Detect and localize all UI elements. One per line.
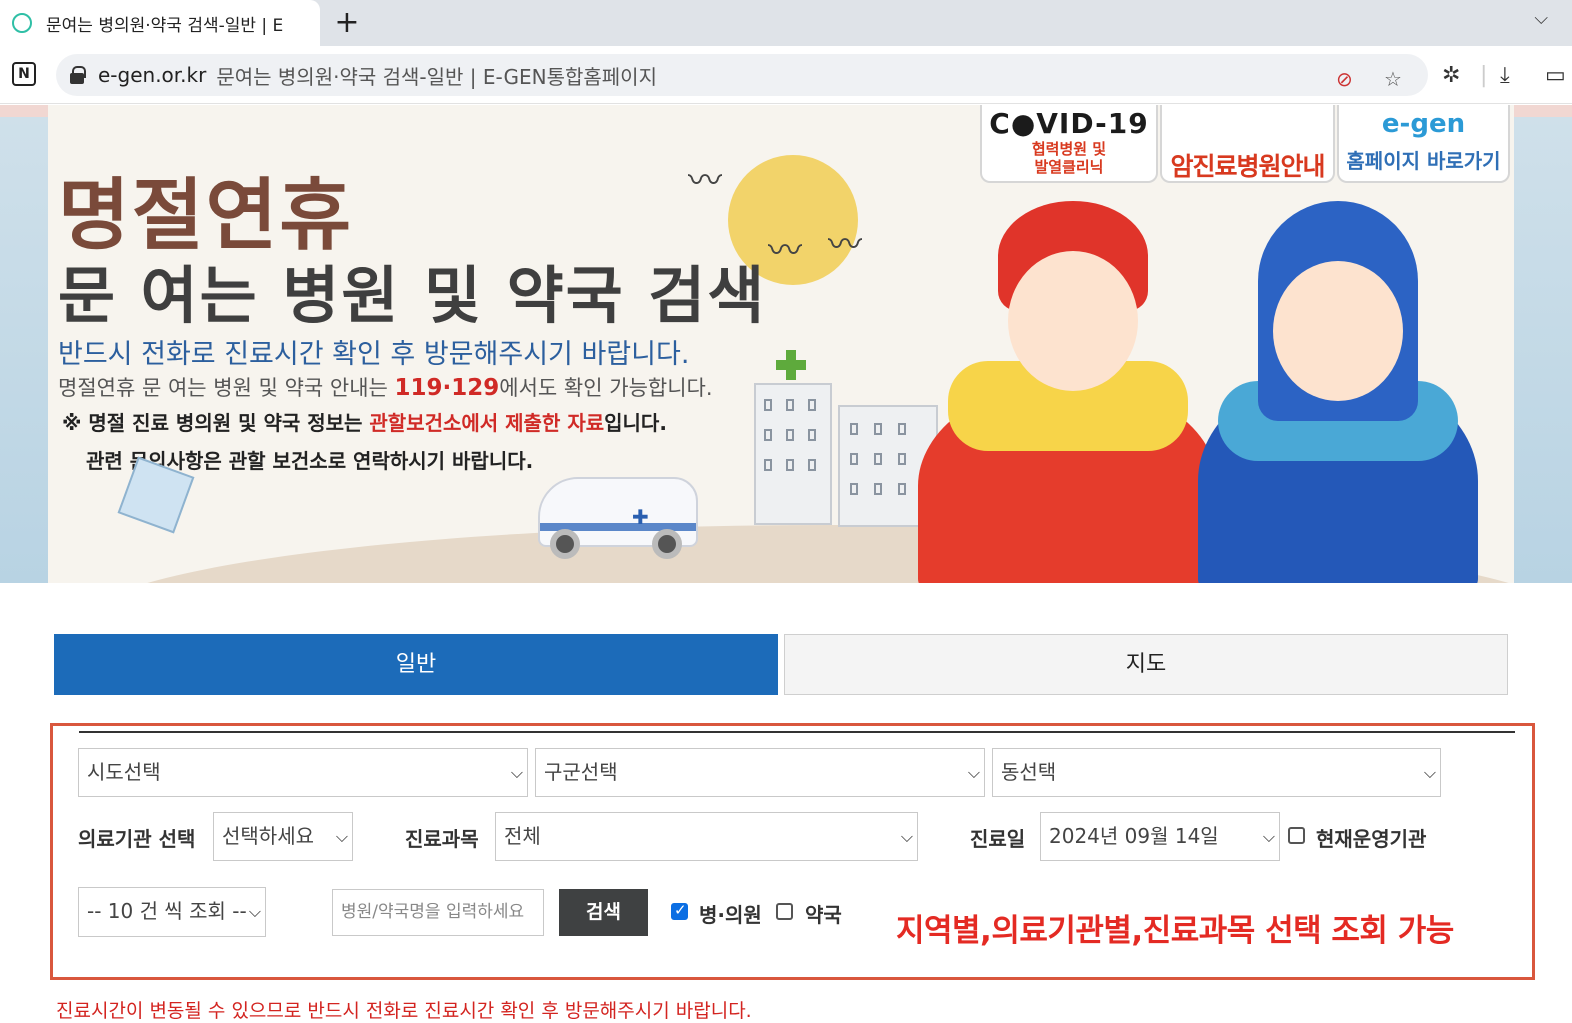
- pharmacy-checkbox-label: 약국: [805, 903, 842, 927]
- date-label: 진료일: [970, 827, 1026, 851]
- hospital-building: [754, 383, 832, 525]
- chevron-down-icon: ⌵: [1262, 827, 1275, 846]
- banner-line-source: ※ 명절 진료 병의원 및 약국 정보는 관할보건소에서 제출한 자료입니다.: [62, 407, 667, 436]
- date-select[interactable]: 2024년 09월 14일 ⌵: [1040, 812, 1280, 861]
- homepage-link[interactable]: e-gen 홈페이지 바로가기: [1337, 105, 1510, 183]
- annotation-note: 지역별,의료기관별,진료과목 선택 조회 가능: [896, 913, 1454, 949]
- crane-decoration-icon: 〰: [688, 161, 722, 201]
- new-tab-button[interactable]: +: [332, 8, 362, 38]
- org-type-select[interactable]: 선택하세요 ⌵: [213, 812, 353, 861]
- cancer-hospital-link[interactable]: 암진료병원안내: [1160, 105, 1335, 183]
- homepage-label: 홈페이지 바로가기: [1346, 149, 1501, 173]
- loading-spinner-icon: [12, 13, 32, 33]
- page-size-select-value: -- 10 건 씩 조회 --: [87, 899, 247, 923]
- chevron-down-icon: ⌵: [1423, 763, 1436, 782]
- url-domain: e-gen.or.kr: [98, 63, 207, 87]
- gugun-select[interactable]: 구군선택 ⌵: [535, 748, 985, 797]
- browser-tab[interactable]: 문여는 병의원·약국 검색-일반 | E: [0, 0, 320, 46]
- notice-text: 진료시간이 변동될 수 있으므로 반드시 전화로 진료시간 확인 후 방문해주시…: [56, 1000, 752, 1022]
- banner-line-call: 반드시 전화로 진료시간 확인 후 방문해주시기 바랍니다.: [58, 339, 690, 370]
- date-select-value: 2024년 09월 14일: [1049, 824, 1219, 848]
- sido-select-value: 시도선택: [87, 760, 161, 784]
- chevron-down-icon: ⌵: [248, 902, 261, 921]
- crane-decoration-icon: 〰: [828, 225, 862, 265]
- lock-icon[interactable]: [70, 66, 86, 84]
- holiday-banner: 〰 〰 〰 명절연휴 문 여는 병원 및 약국 검색 반드시 전화로 진료시간 …: [48, 105, 1514, 583]
- chevron-down-icon: ⌵: [900, 827, 913, 846]
- department-select-value: 전체: [504, 824, 541, 848]
- banner-highlight: 관할보건소에서 제출한 자료: [369, 411, 605, 435]
- operating-now-checkbox[interactable]: [1288, 827, 1305, 844]
- tab-map[interactable]: 지도: [784, 634, 1508, 695]
- download-icon[interactable]: ⤓: [1500, 63, 1510, 88]
- window-icon[interactable]: ▭: [1545, 63, 1566, 88]
- extensions-puzzle-icon[interactable]: ✲: [1442, 63, 1460, 88]
- tab-title: 문여는 병의원·약국 검색-일반 | E: [46, 15, 284, 36]
- hospital-cross-icon: [776, 350, 806, 380]
- gugun-select-value: 구군선택: [544, 760, 618, 784]
- chevron-down-icon: ⌵: [967, 763, 980, 782]
- org-type-label: 의료기관 선택: [78, 827, 196, 851]
- department-label: 진료과목: [405, 827, 479, 851]
- chevron-down-icon: ⌵: [335, 827, 348, 846]
- banner-highlight: 119·129: [394, 375, 500, 401]
- cancer-hospital-label: 암진료병원안내: [1170, 152, 1325, 181]
- boy-hanbok-illustration: [1198, 201, 1478, 583]
- tab-search-chevron-icon[interactable]: ⌵: [1534, 8, 1548, 29]
- dong-select[interactable]: 동선택 ⌵: [992, 748, 1441, 797]
- address-bar[interactable]: e-gen.or.kr 문여는 병의원·약국 검색-일반 | E-GEN통합홈페…: [56, 54, 1428, 96]
- browser-tabstrip: 문여는 병의원·약국 검색-일반 | E + ⌵: [0, 0, 1572, 46]
- ambulance-illustration: ✚: [538, 477, 698, 559]
- facility-name-input[interactable]: 병원/약국명을 입력하세요: [332, 889, 544, 936]
- crane-decoration-icon: 〰: [768, 231, 802, 271]
- bookmark-star-icon[interactable]: ☆: [1384, 67, 1402, 91]
- banner-subtitle: 문 여는 병원 및 약국 검색: [58, 259, 767, 332]
- pharmacy-checkbox[interactable]: [776, 903, 793, 920]
- egen-logo: e-gen: [1381, 109, 1466, 139]
- banner-text: 입니다.: [604, 411, 667, 435]
- hospital-checkbox-label: 병·의원: [699, 903, 762, 927]
- covid-link-sub: 협력병원 및: [1031, 140, 1107, 158]
- covid-link[interactable]: C●VID-19 협력병원 및 발열클리닉: [980, 105, 1158, 183]
- dong-select-value: 동선택: [1001, 760, 1057, 784]
- sido-select[interactable]: 시도선택 ⌵: [78, 748, 528, 797]
- notion-app-icon[interactable]: N: [12, 62, 36, 86]
- hospital-checkbox[interactable]: [671, 901, 688, 920]
- org-type-select-value: 선택하세요: [222, 824, 314, 848]
- search-button[interactable]: 검색: [559, 889, 648, 936]
- covid-link-sub: 발열클리닉: [1034, 158, 1104, 176]
- browser-toolbar: N e-gen.or.kr 문여는 병의원·약국 검색-일반 | E-GEN통합…: [0, 46, 1572, 104]
- url-page-title: 문여는 병의원·약국 검색-일반 | E-GEN통합홈페이지: [216, 64, 657, 89]
- page-size-select[interactable]: -- 10 건 씩 조회 -- ⌵: [78, 887, 266, 937]
- department-select[interactable]: 전체 ⌵: [495, 812, 918, 861]
- banner-line-119: 명절연휴 문 여는 병원 및 약국 안내는 119·129에서도 확인 가능합니…: [58, 372, 713, 402]
- chevron-down-icon: ⌵: [510, 763, 523, 782]
- toolbar-divider: |: [1480, 63, 1488, 88]
- banner-text: ※ 명절 진료 병의원 및 약국 정보는: [62, 411, 370, 435]
- operating-now-label: 현재운영기관: [1316, 827, 1427, 851]
- banner-text: 명절연휴 문 여는 병원 및 약국 안내는: [58, 376, 395, 400]
- view-tabs: 일반 지도: [54, 634, 1508, 695]
- banner-text: 에서도 확인 가능합니다.: [499, 376, 713, 400]
- girl-hanbok-illustration: [918, 201, 1218, 583]
- tab-general[interactable]: 일반: [54, 634, 778, 695]
- search-panel-top-border: [79, 731, 1515, 733]
- covid-link-title: C●VID-19: [989, 107, 1149, 140]
- blocked-location-icon[interactable]: ⊘: [1336, 67, 1353, 91]
